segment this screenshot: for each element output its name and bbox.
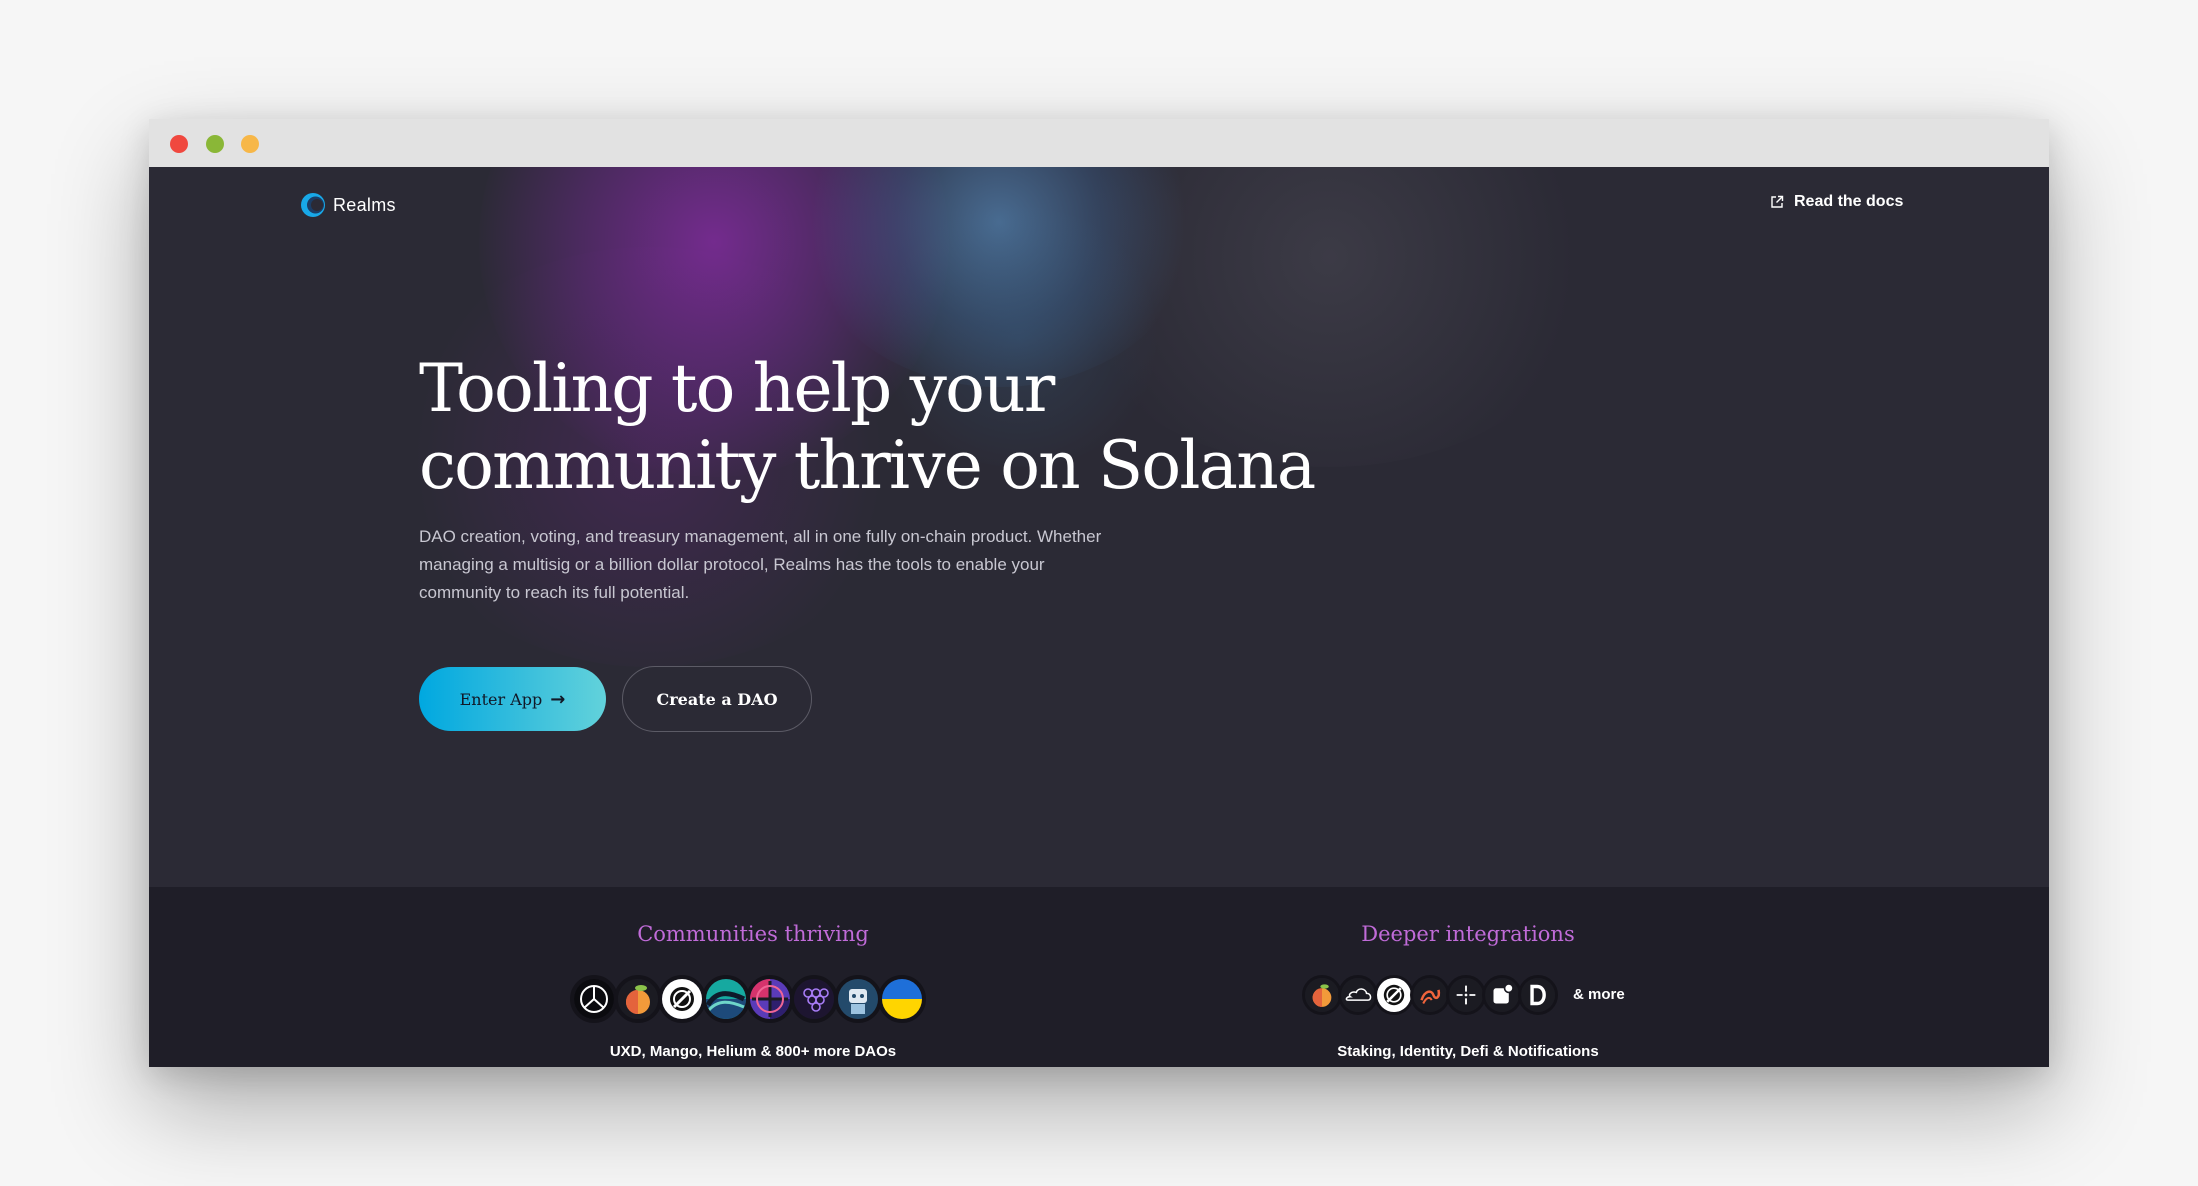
read-docs-label: Read the docs xyxy=(1794,193,1904,210)
helium-icon xyxy=(1374,975,1414,1015)
sparkle-icon xyxy=(1446,975,1486,1015)
external-link-icon xyxy=(1771,195,1784,208)
mango-icon xyxy=(614,975,662,1023)
integration-avatars xyxy=(1302,975,1558,1015)
hero-subtitle: DAO creation, voting, and treasury manag… xyxy=(419,527,1102,602)
cloud-icon xyxy=(1338,975,1378,1015)
minimize-window-button[interactable] xyxy=(206,135,224,153)
communities-title: Communities thriving xyxy=(637,922,869,946)
read-docs-link[interactable]: Read the docs xyxy=(1770,193,1903,211)
create-dao-button[interactable]: Create a DAO xyxy=(622,666,812,732)
close-window-button[interactable] xyxy=(170,135,188,153)
realms-logo-link[interactable]: Realms xyxy=(299,191,396,219)
community-avatars xyxy=(570,975,926,1023)
brand-name: Realms xyxy=(333,194,396,215)
realms-logo-icon xyxy=(301,193,325,217)
helium-icon xyxy=(658,975,706,1023)
hero-title-line-1: Tooling to help your xyxy=(419,350,1055,427)
swirl-icon xyxy=(1410,975,1450,1015)
enter-app-button[interactable]: Enter App → xyxy=(419,667,606,731)
landing-page: Realms Read the docs Tooling to help you… xyxy=(149,167,2049,1067)
mango-icon xyxy=(1302,975,1342,1015)
hero-title: Tooling to help your community thrive on… xyxy=(419,350,1419,504)
wave-icon xyxy=(702,975,750,1023)
d-letter-icon xyxy=(1518,975,1558,1015)
grape-icon xyxy=(790,975,838,1023)
hero-title-line-2: community thrive on Solana xyxy=(419,427,1316,504)
create-dao-label: Create a DAO xyxy=(656,689,778,709)
integrations-caption: Staking, Identity, Defi & Notifications xyxy=(1337,1043,1599,1060)
uxd-icon xyxy=(570,975,618,1023)
browser-window: Realms Read the docs Tooling to help you… xyxy=(149,119,2049,1067)
notification-icon xyxy=(1482,975,1522,1015)
window-titlebar xyxy=(149,119,2049,167)
integrations-title: Deeper integrations xyxy=(1361,922,1575,946)
maximize-window-button[interactable] xyxy=(241,135,259,153)
arrow-right-icon: → xyxy=(550,688,566,710)
communities-caption: UXD, Mango, Helium & 800+ more DAOs xyxy=(609,1043,897,1060)
enter-app-label: Enter App xyxy=(459,689,543,709)
circle-cross-icon xyxy=(746,975,794,1023)
more-integrations-label: & more xyxy=(1573,986,1625,1003)
social-proof-band: Communities thriving Deeper integrations xyxy=(149,887,2049,1067)
ukraine-flag-icon xyxy=(878,975,926,1023)
robot-icon xyxy=(834,975,882,1023)
